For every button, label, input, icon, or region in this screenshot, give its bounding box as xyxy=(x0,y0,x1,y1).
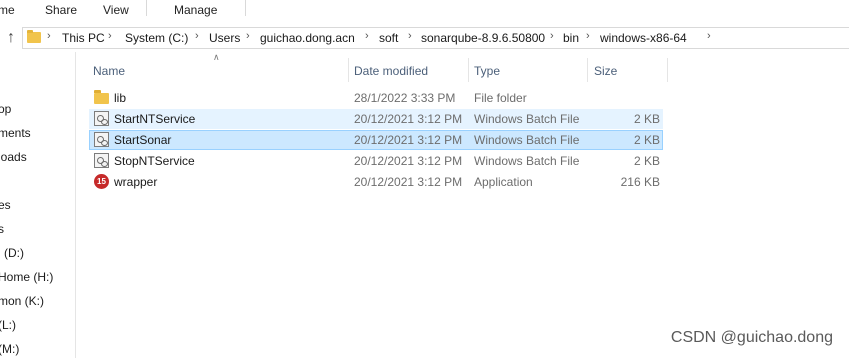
file-type: Windows Batch File xyxy=(474,112,580,126)
breadcrumb-user-folder[interactable]: guichao.dong.acn xyxy=(260,31,355,45)
file-date: 20/12/2021 3:12 PM xyxy=(354,175,463,189)
chevron-right-icon[interactable]: › xyxy=(195,30,199,42)
column-header-label: Size xyxy=(594,64,618,78)
nav-item-videos[interactable]: s xyxy=(0,222,4,236)
file-name: lib xyxy=(114,91,127,105)
folder-icon xyxy=(94,90,109,104)
navigation-pane: op ments loads es s l (D:) Home (H:) mon… xyxy=(0,52,75,358)
nav-item-drive-m[interactable]: (M:) xyxy=(0,342,19,356)
address-bar[interactable]: › This PC › System (C:) › Users › guicha… xyxy=(22,27,849,49)
column-header-type[interactable]: Type xyxy=(469,58,587,82)
nav-item-downloads[interactable]: loads xyxy=(0,150,27,164)
file-size: 2 KB xyxy=(633,133,660,147)
file-row[interactable]: 15 wrapper 20/12/2021 3:12 PM Applicatio… xyxy=(89,172,663,192)
column-header-label: Date modified xyxy=(354,64,429,78)
ribbon-divider xyxy=(245,0,246,16)
file-name: wrapper xyxy=(114,175,158,189)
application-icon: 15 xyxy=(94,174,109,189)
tab-share[interactable]: Share xyxy=(45,3,77,17)
file-row[interactable]: StopNTService 20/12/2021 3:12 PM Windows… xyxy=(89,151,663,171)
column-header-date[interactable]: Date modified xyxy=(349,58,468,82)
tab-view[interactable]: View xyxy=(103,3,129,17)
folder-icon xyxy=(27,30,41,43)
watermark: CSDN @guichao.dong xyxy=(670,329,833,346)
breadcrumb-soft[interactable]: soft xyxy=(379,31,398,45)
up-arrow-icon[interactable]: ↑ xyxy=(2,28,20,48)
file-type: Windows Batch File xyxy=(474,133,580,147)
file-row[interactable]: StartNTService 20/12/2021 3:12 PM Window… xyxy=(89,109,663,129)
breadcrumb-sonarqube[interactable]: sonarqube-8.9.6.50800 xyxy=(421,31,545,45)
nav-item-desktop[interactable]: op xyxy=(0,102,11,116)
chevron-right-icon[interactable]: › xyxy=(550,30,554,42)
chevron-right-icon[interactable]: › xyxy=(47,30,51,42)
column-header-size[interactable]: Size xyxy=(588,58,668,82)
nav-item-drive-k[interactable]: mon (K:) xyxy=(0,294,44,308)
nav-item-drive-d[interactable]: l (D:) xyxy=(0,246,24,260)
column-divider[interactable] xyxy=(667,58,668,82)
file-size: 2 KB xyxy=(633,154,660,168)
address-row: ↑ › This PC › System (C:) › Users › guic… xyxy=(0,26,849,50)
file-type: File folder xyxy=(474,91,527,105)
chevron-right-icon[interactable]: › xyxy=(365,30,369,42)
breadcrumb-users[interactable]: Users xyxy=(209,31,240,45)
file-date: 20/12/2021 3:12 PM xyxy=(354,112,463,126)
tab-home[interactable]: me xyxy=(0,3,15,17)
tab-manage[interactable]: Manage xyxy=(174,3,217,17)
file-type: Application xyxy=(474,175,533,189)
column-header-name[interactable]: Name xyxy=(89,58,349,82)
nav-item-documents[interactable]: ments xyxy=(0,126,31,140)
breadcrumb-bin[interactable]: bin xyxy=(563,31,579,45)
chevron-right-icon[interactable]: › xyxy=(408,30,412,42)
file-date: 28/1/2022 3:33 PM xyxy=(354,91,456,105)
breadcrumb-windows-x86-64[interactable]: windows-x86-64 xyxy=(600,31,687,45)
nav-item-pictures[interactable]: es xyxy=(0,198,11,212)
pane-divider xyxy=(75,52,76,358)
file-name: StartSonar xyxy=(114,133,172,147)
file-size: 216 KB xyxy=(620,175,660,189)
batch-file-icon xyxy=(94,153,109,168)
file-size: 2 KB xyxy=(633,112,660,126)
nav-item-drive-h[interactable]: Home (H:) xyxy=(0,270,53,284)
nav-item-drive-l[interactable]: (L:) xyxy=(0,318,16,332)
file-date: 20/12/2021 3:12 PM xyxy=(354,154,463,168)
batch-file-icon xyxy=(94,132,109,147)
ribbon-divider xyxy=(146,0,147,16)
breadcrumb-this-pc[interactable]: This PC xyxy=(62,31,105,45)
chevron-right-icon[interactable]: › xyxy=(586,30,590,42)
breadcrumb-system-c[interactable]: System (C:) xyxy=(125,31,188,45)
ribbon-tabs: me Share View Manage xyxy=(0,0,849,22)
file-row-selected[interactable]: StartSonar 20/12/2021 3:12 PM Windows Ba… xyxy=(89,130,663,150)
chevron-right-icon[interactable]: › xyxy=(707,30,711,42)
file-type: Windows Batch File xyxy=(474,154,580,168)
column-header-label: Type xyxy=(474,64,501,78)
chevron-right-icon[interactable]: › xyxy=(246,30,250,42)
file-row[interactable]: lib 28/1/2022 3:33 PM File folder xyxy=(89,88,663,108)
batch-file-icon xyxy=(94,111,109,126)
file-name: StartNTService xyxy=(114,112,196,126)
chevron-right-icon[interactable]: › xyxy=(108,30,112,42)
file-name: StopNTService xyxy=(114,154,195,168)
column-header-label: Name xyxy=(93,64,126,78)
file-date: 20/12/2021 3:12 PM xyxy=(354,133,463,147)
